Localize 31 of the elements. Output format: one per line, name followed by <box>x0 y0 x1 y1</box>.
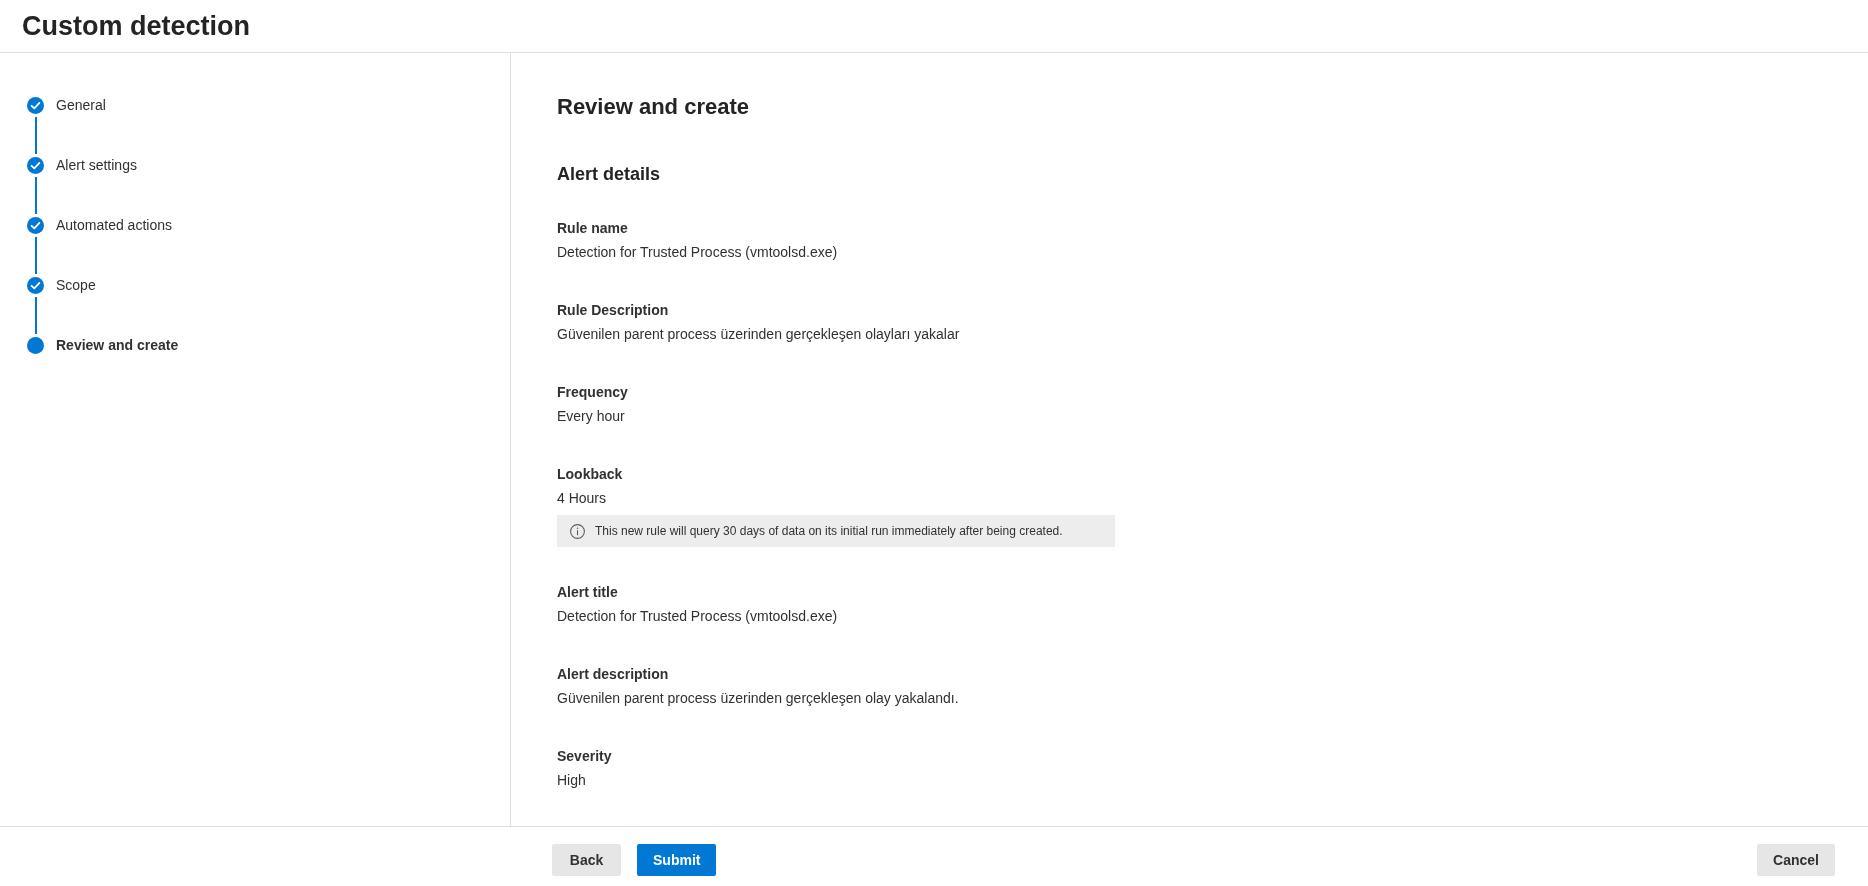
field-label: Alert description <box>557 665 669 684</box>
cancel-button[interactable]: Cancel <box>1757 844 1835 876</box>
field-label: Alert title <box>557 583 618 602</box>
field-value: Güvenilen parent process üzerinden gerçekleşen olayları yakalar <box>557 325 960 344</box>
info-text: This new rule will query 30 days of data on its initial run immediately after being created. <box>595 524 1063 538</box>
wizard-step[interactable]: Scope <box>27 277 96 294</box>
field-label: Rule name <box>557 219 628 238</box>
field-value: Detection for Trusted Process (vmtoolsd.exe) <box>557 243 838 262</box>
field-label: Severity <box>557 747 612 766</box>
step-connector <box>34 297 37 334</box>
field-label: Lookback <box>557 465 623 484</box>
back-button[interactable]: Back <box>552 844 621 876</box>
field-value: Güvenilen parent process üzerinden gerçekleşen olay yakalandı. <box>557 689 959 708</box>
wizard-step[interactable]: Review and create <box>27 337 179 354</box>
field-value: High <box>557 771 586 790</box>
wizard-step[interactable]: Alert settings <box>27 157 137 174</box>
step-connector <box>34 237 37 274</box>
field-value: Every hour <box>557 407 625 426</box>
wizard-step[interactable]: Automated actions <box>27 217 172 234</box>
field-value: 4 Hours <box>557 489 607 508</box>
page-heading: Review and create <box>557 93 749 121</box>
wizard-step[interactable]: General <box>27 97 106 114</box>
field-label: Frequency <box>557 383 628 402</box>
submit-button[interactable]: Submit <box>637 844 717 876</box>
step-connector <box>34 117 37 154</box>
page-title: Custom detection <box>22 10 250 42</box>
info-icon <box>570 523 585 539</box>
section-heading: Alert details <box>557 163 661 186</box>
field-value: Detection for Trusted Process (vmtoolsd.exe) <box>557 607 838 626</box>
step-connector <box>34 177 37 214</box>
field-label: Rule Description <box>557 301 669 320</box>
